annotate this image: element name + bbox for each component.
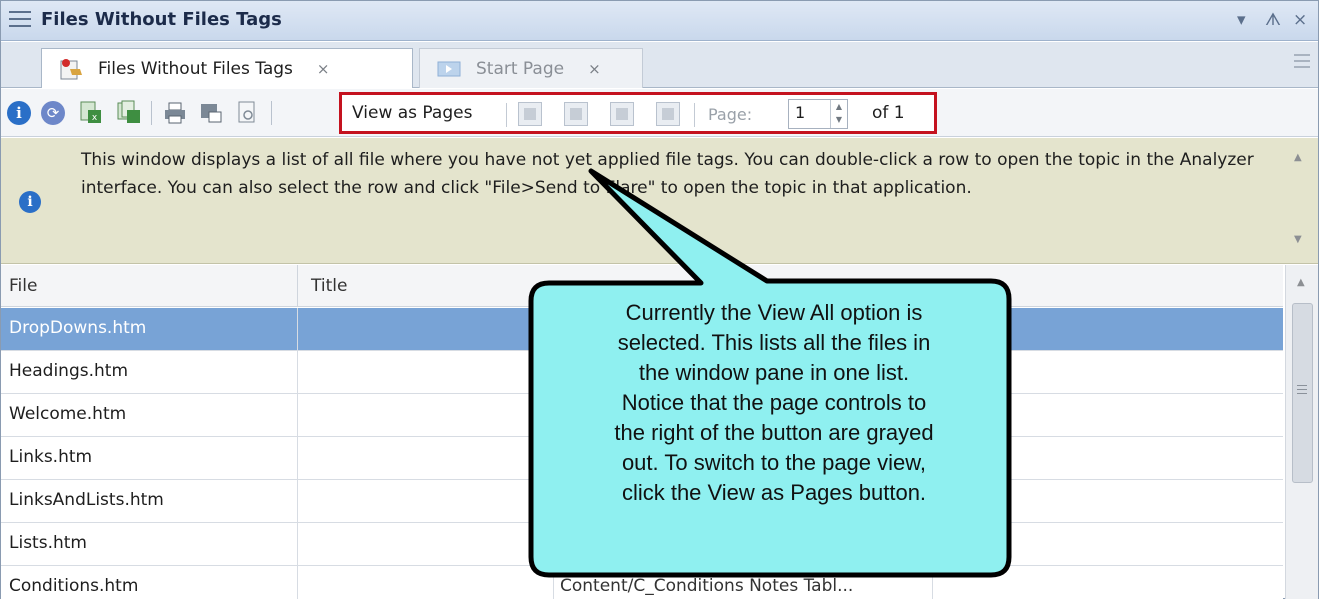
callout-line: the right of the button are grayed <box>614 420 934 445</box>
window-title-bar: Files Without Files Tags ▾ ᗑ × <box>1 1 1318 41</box>
callout-line: click the View as Pages button. <box>621 480 927 505</box>
scroll-up-icon[interactable]: ▲ <box>1297 277 1305 288</box>
export-all-excel-icon <box>117 100 140 123</box>
tab-label: Start Page <box>476 58 565 79</box>
tab-close-icon[interactable]: × <box>588 60 601 78</box>
cell-divider <box>297 566 298 599</box>
print-preview-button[interactable] <box>197 99 225 127</box>
start-page-icon <box>436 57 462 81</box>
column-divider[interactable] <box>297 265 298 307</box>
info-panel: i This window displays a list of all fil… <box>1 138 1318 264</box>
info-icon: i <box>7 101 31 125</box>
grid-scrollbar[interactable]: ▲ <box>1285 265 1318 599</box>
toolbar-separator <box>151 101 152 125</box>
page-label: Page: <box>708 105 753 124</box>
refresh-button[interactable]: ⟳ <box>39 99 67 127</box>
info-icon: i <box>19 191 41 213</box>
report-tag-icon <box>58 57 84 81</box>
file-cell: Links.htm <box>9 447 93 467</box>
info-toggle-button[interactable]: i <box>5 99 33 127</box>
scroll-up-icon[interactable]: ▲ <box>1294 152 1302 163</box>
tab-strip: Files Without Files Tags × Start Page × <box>1 42 1318 88</box>
table-row[interactable]: Conditions.htm Content/C_Conditions Note… <box>1 566 1283 599</box>
print-preview-icon <box>201 104 222 123</box>
file-cell: Headings.htm <box>9 361 128 381</box>
info-text: This window displays a list of all file … <box>81 150 1254 198</box>
paging-separator <box>506 103 507 127</box>
next-page-button[interactable] <box>610 102 634 126</box>
printer-icon <box>165 102 185 124</box>
paging-controls-highlight: View as Pages Page: 1 ▲ ▼ of 1 <box>339 92 937 134</box>
window-dropdown-icon[interactable]: ▾ <box>1237 10 1246 30</box>
spin-down-icon[interactable]: ▼ <box>831 113 847 126</box>
tab-close-icon[interactable]: × <box>317 60 330 78</box>
tab-files-without-files-tags[interactable]: Files Without Files Tags × <box>41 48 413 88</box>
tab-overflow-icon[interactable] <box>1294 54 1310 72</box>
spin-up-icon[interactable]: ▲ <box>831 100 847 113</box>
cell-divider <box>297 308 298 351</box>
file-cell: Lists.htm <box>9 533 87 553</box>
cell-divider <box>297 394 298 437</box>
file-cell: Welcome.htm <box>9 404 127 424</box>
window-close-icon[interactable]: × <box>1293 10 1307 30</box>
page-count-label: of 1 <box>872 103 905 123</box>
toolbar-separator <box>271 101 272 125</box>
path-cell: Content/C_Conditions Notes Tabl... <box>553 566 933 599</box>
refresh-icon: ⟳ <box>41 101 65 125</box>
paging-separator <box>694 103 695 127</box>
svg-text:x: x <box>92 113 98 123</box>
info-scrollbar[interactable]: ▲ ▼ <box>1284 138 1318 263</box>
export-excel-button[interactable]: x <box>77 99 105 127</box>
cell-divider <box>297 523 298 566</box>
last-page-button[interactable] <box>656 102 680 126</box>
document-search-icon <box>238 101 255 123</box>
first-page-button[interactable] <box>518 102 542 126</box>
cell-divider <box>297 437 298 480</box>
page-spinner[interactable]: ▲ ▼ <box>830 100 847 128</box>
analyzer-window: Files Without Files Tags ▾ ᗑ × Files Wit… <box>0 0 1319 599</box>
file-cell: Conditions.htm <box>9 576 139 596</box>
column-header-title[interactable]: Title <box>311 276 347 296</box>
tab-start-page[interactable]: Start Page × <box>419 48 643 88</box>
view-as-pages-button[interactable]: View as Pages <box>352 103 472 123</box>
callout-line: Notice that the page controls to <box>621 390 927 415</box>
scroll-down-icon[interactable]: ▼ <box>1294 234 1302 245</box>
column-header-file[interactable]: File <box>9 276 37 296</box>
scroll-grip-icon <box>1297 385 1307 397</box>
window-title: Files Without Files Tags <box>41 9 282 30</box>
file-cell: DropDowns.htm <box>9 318 147 338</box>
pin-icon[interactable]: ᗑ <box>1265 10 1281 30</box>
previous-page-button[interactable] <box>564 102 588 126</box>
callout-line: out. To switch to the page view, <box>621 450 927 475</box>
file-cell: LinksAndLists.htm <box>9 490 164 510</box>
hamburger-menu-icon[interactable] <box>9 11 31 29</box>
page-setup-button[interactable] <box>233 99 261 127</box>
tab-label: Files Without Files Tags <box>98 58 293 79</box>
cell-divider <box>297 480 298 523</box>
callout-line: the window pane in one list. <box>638 360 910 385</box>
callout-line: Currently the View All option is <box>625 300 923 325</box>
table-row[interactable]: Lists.htm <box>1 523 1283 566</box>
callout-text: Currently the View All option is selecte… <box>531 298 1017 508</box>
callout-line: selected. This lists all the files in <box>617 330 931 355</box>
toolbar: i ⟳ x View as Pages Page: 1 ▲ ▼ of 1 <box>1 89 1318 137</box>
export-excel-icon: x <box>80 101 101 123</box>
export-all-excel-button[interactable] <box>115 99 143 127</box>
cell-divider <box>297 351 298 394</box>
print-button[interactable] <box>161 99 189 127</box>
